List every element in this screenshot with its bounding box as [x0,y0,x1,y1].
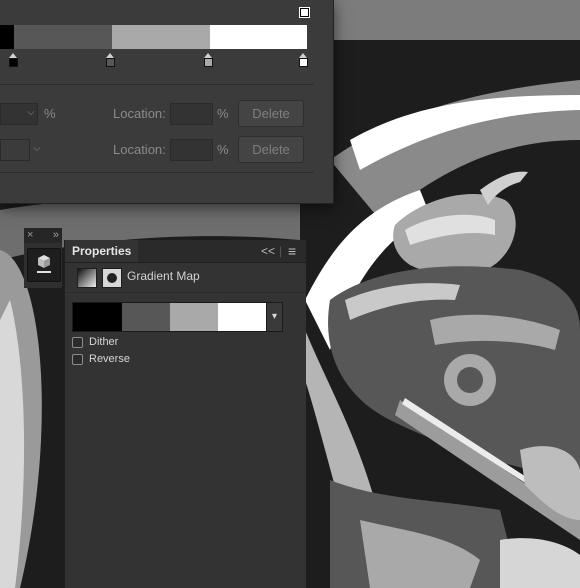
color-stop-dark[interactable] [106,53,115,67]
collapsed-panel-strip: × » [24,228,62,288]
gradient-preview-bar[interactable] [0,25,307,49]
color-location-field[interactable] [170,139,213,161]
stop-color-swatch[interactable] [0,139,30,161]
collapse-panel-icon[interactable]: << [261,240,275,262]
dither-option[interactable]: Dither [72,336,118,348]
gradient-segment-dark [14,25,112,49]
color-stop-white[interactable] [299,53,308,67]
editor-bottom-separator [0,172,314,173]
opacity-dropdown-arrow[interactable]: ⌵ [27,107,35,118]
picker-segment-light [170,303,218,331]
dither-checkbox[interactable] [72,336,83,348]
opacity-stop-handle[interactable] [300,8,309,17]
strip-header: × » [24,228,62,243]
reverse-option[interactable]: Reverse [72,353,130,365]
properties-header: Properties << | ≡ [65,240,306,263]
opacity-location-field[interactable] [170,103,213,125]
adjustment-header: Gradient Map [65,263,306,293]
3d-cube-icon[interactable] [27,248,61,282]
color-stop-light[interactable] [204,53,213,67]
adjustment-title: Gradient Map [127,269,200,283]
close-icon[interactable]: × [27,228,33,243]
opacity-location-unit: % [217,106,229,121]
color-location-unit: % [217,142,229,157]
opacity-location-label: Location: [113,106,166,121]
gradient-segment-black [0,25,14,49]
gradient-segment-white [210,25,307,49]
reverse-checkbox[interactable] [72,353,83,365]
reverse-label: Reverse [89,353,130,365]
color-stop-black[interactable] [9,53,18,67]
tab-properties[interactable]: Properties [65,240,139,262]
panel-divider: | [279,244,283,258]
gradient-map-icon [77,268,97,288]
opacity-percent-unit: % [44,106,56,121]
color-delete-button[interactable]: Delete [238,136,304,163]
picker-segment-black [73,303,122,331]
expand-icon[interactable]: » [53,228,59,243]
picker-segment-white [218,303,267,331]
color-location-label: Location: [113,142,166,157]
gradient-segment-light [112,25,210,49]
editor-separator [0,84,314,85]
gradient-editor-dialog: ⌵ % Location: % Delete ⌵ Location: % Del… [0,0,334,204]
layer-mask-icon[interactable] [102,268,122,288]
opacity-delete-button[interactable]: Delete [238,100,304,127]
stop-color-dropdown-arrow[interactable]: ⌵ [33,143,41,154]
chevron-down-icon[interactable]: ▾ [266,302,283,332]
dither-label: Dither [89,336,119,348]
gradient-map-picker[interactable] [72,302,283,332]
properties-panel: Properties << | ≡ Gradient Map ▾ Dither … [64,240,306,588]
panel-menu-icon[interactable]: ≡ [288,240,296,262]
picker-segment-dark [122,303,170,331]
